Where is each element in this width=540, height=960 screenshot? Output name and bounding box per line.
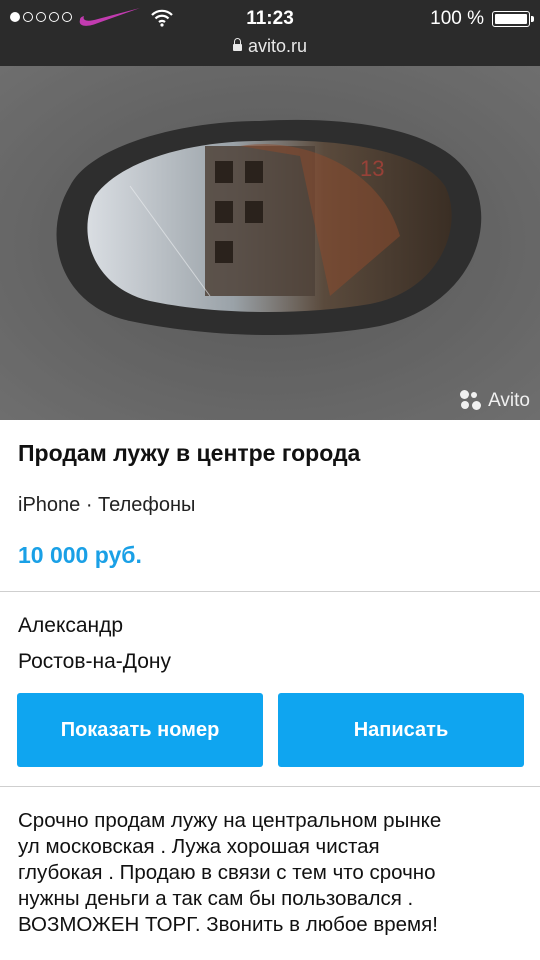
battery-icon — [492, 11, 534, 27]
show-phone-button[interactable]: Показать номер — [17, 693, 263, 767]
seller-city: Ростов-на-Дону — [18, 650, 171, 673]
lock-icon — [232, 38, 242, 51]
listing-price: 10 000 руб. — [18, 542, 142, 568]
avito-logo-icon — [460, 390, 482, 412]
listing-category[interactable]: iPhone · Телефоны — [18, 494, 195, 517]
divider — [0, 591, 540, 592]
description-line: ул московская . Лужа хорошая чистая — [18, 835, 380, 858]
description-line: ВОЗМОЖЕН ТОРГ. Звонить в любое время! — [18, 913, 438, 936]
address-bar[interactable]: avito.ru — [0, 36, 540, 60]
write-message-button[interactable]: Написать — [278, 693, 524, 767]
url-text: avito.ru — [247, 36, 308, 56]
status-bar: 11:23 100 % — [0, 0, 540, 36]
seller-name[interactable]: Александр — [18, 614, 123, 638]
watermark-text: Avito — [488, 390, 530, 411]
description-line: нужны деньги а так сам бы пользовался . — [18, 887, 414, 910]
description-line: глубокая . Продаю в связи с тем что сроч… — [18, 861, 436, 884]
description-line: Срочно продам лужу на центральном рынке — [18, 809, 442, 832]
divider — [0, 786, 540, 787]
top-bar: 11:23 100 % avito.ru — [0, 0, 540, 66]
listing-photo[interactable]: 13 Avito — [0, 66, 540, 420]
puddle-image: 13 — [0, 66, 540, 420]
avito-watermark: Avito — [460, 390, 530, 412]
listing-description: Срочно продам лужу на центральном рынке … — [18, 808, 524, 938]
listing-title: Продам лужу в центре города — [18, 440, 361, 466]
svg-text:13: 13 — [360, 156, 384, 181]
battery-percent: 100 % — [430, 8, 484, 29]
